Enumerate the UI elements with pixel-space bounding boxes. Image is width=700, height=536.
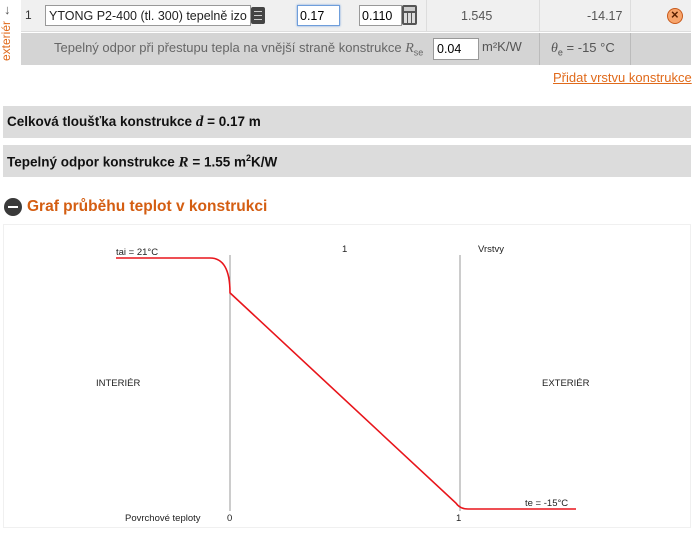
temperature-chart-svg: tai = 21°C 1 Vrstvy INTERIÉR EXTERIÉR te… xyxy=(96,244,590,524)
column-divider xyxy=(539,33,540,65)
thickness-input[interactable] xyxy=(297,5,340,26)
layer-number-label: 1 xyxy=(342,244,347,255)
column-divider xyxy=(630,0,631,32)
lambda-input[interactable] xyxy=(359,5,402,26)
layer-resistance: 1.545 xyxy=(461,9,493,23)
temperature-chart: tai = 21°C 1 Vrstvy INTERIÉR EXTERIÉR te… xyxy=(3,224,691,528)
exterior-side-label: exteriér xyxy=(0,20,14,62)
graph-section-header[interactable]: Graf průběhu teplot v konstrukci xyxy=(4,195,267,219)
column-divider xyxy=(426,0,427,32)
down-arrow-icon: ↓ xyxy=(4,2,11,17)
rse-label: Tepelný odpor při přestupu tepla na vněj… xyxy=(54,40,424,58)
calculator-icon[interactable] xyxy=(402,5,417,25)
surface-temps-label: Povrchové teploty xyxy=(125,513,201,524)
collapse-icon[interactable] xyxy=(4,198,22,216)
column-divider xyxy=(630,33,631,65)
exterior-label: EXTERIÉR xyxy=(542,378,590,389)
tai-label: tai = 21°C xyxy=(116,247,158,258)
graph-section-title: Graf průběhu teplot v konstrukci xyxy=(27,198,268,215)
total-resistance-bar: Tepelný odpor konstrukce R = 1.55 m2K/W xyxy=(3,145,691,177)
rse-input[interactable] xyxy=(433,38,479,60)
add-layer-link[interactable]: Přidat vrstvu konstrukce xyxy=(553,70,692,85)
material-input[interactable] xyxy=(45,5,251,26)
x-tick-0: 0 xyxy=(227,513,232,524)
layers-label: Vrstvy xyxy=(478,244,504,255)
rse-unit: m²K/W xyxy=(482,39,522,54)
exterior-side-tab: ↓ exteriér xyxy=(0,0,20,66)
te-label: te = -15°C xyxy=(525,498,568,509)
x-tick-1: 1 xyxy=(456,513,461,524)
layer-temperature: -14.17 xyxy=(587,9,623,23)
exterior-temperature: θe = -15 °C xyxy=(551,40,615,58)
temperature-curve xyxy=(116,257,576,510)
delete-layer-icon[interactable] xyxy=(667,7,683,24)
rse-row: Tepelný odpor při přestupu tepla na vněj… xyxy=(21,33,691,65)
layer-number: 1 xyxy=(25,8,32,22)
total-thickness-bar: Celková tloušťka konstrukce d = 0.17 m xyxy=(3,106,691,138)
layer-row: 1 1.545 -14.17 xyxy=(21,0,691,32)
material-catalog-icon[interactable] xyxy=(251,7,265,24)
interior-label: INTERIÉR xyxy=(96,378,140,389)
column-divider xyxy=(539,0,540,32)
